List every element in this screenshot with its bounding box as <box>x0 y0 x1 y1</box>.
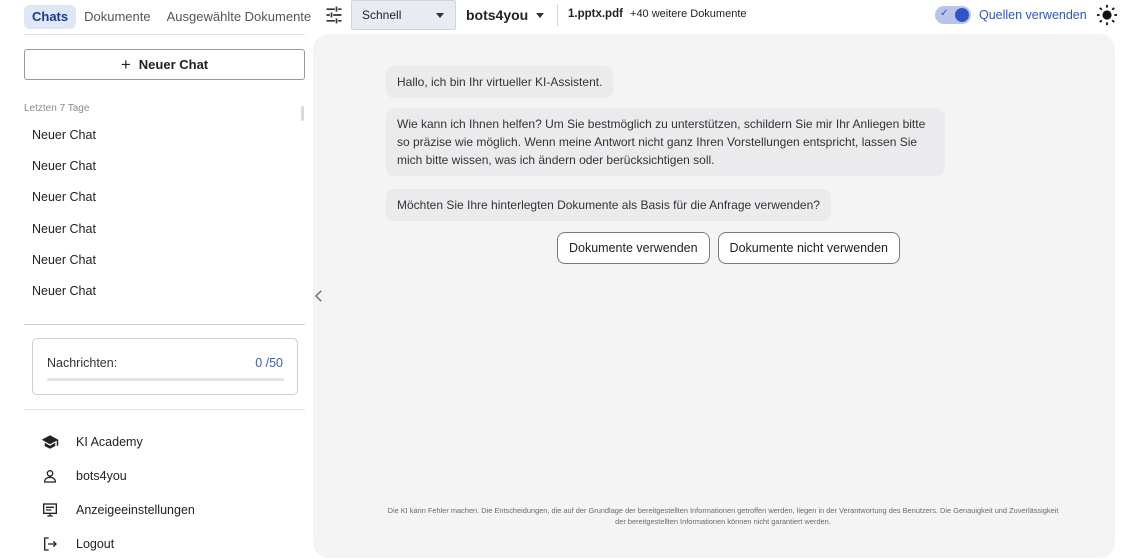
dont-use-documents-button[interactable]: Dokumente nicht verwenden <box>717 232 900 264</box>
bot-select[interactable]: bots4you <box>466 5 545 25</box>
tab-chats[interactable]: Chats <box>24 5 77 29</box>
logout-icon <box>40 534 60 554</box>
usage-progress-bar <box>47 378 284 381</box>
plus-icon: + <box>120 55 131 74</box>
user-icon <box>40 466 60 486</box>
sidebar: Chats Dokumente Ausgewählte Dokumente + … <box>0 0 312 559</box>
chat-list: Neuer Chat Neuer Chat Neuer Chat Neuer C… <box>24 122 294 309</box>
chat-list-item[interactable]: Neuer Chat <box>24 153 294 184</box>
sources-toggle[interactable]: ✓ <box>935 6 971 24</box>
assistant-message: Möchten Sie Ihre hinterlegten Dokumente … <box>386 189 831 221</box>
tune-icon[interactable] <box>324 5 344 25</box>
toolbar-divider <box>557 4 558 26</box>
new-chat-label: Neuer Chat <box>138 57 209 72</box>
usage-value: 0 /50 <box>255 356 283 370</box>
section-label-last-7-days: Letzten 7 Tage <box>24 103 90 114</box>
bot-select-value: bots4you <box>466 7 529 23</box>
display-settings-icon <box>40 500 60 520</box>
divider <box>24 409 305 410</box>
document-filename: 1.pptx.pdf <box>568 8 623 20</box>
more-documents-count: +40 weitere Dokumente <box>630 8 747 20</box>
nav-item-bots4you[interactable]: bots4you <box>40 459 300 493</box>
tab-divider <box>24 34 305 35</box>
tab-selected-documents[interactable]: Ausgewählte Dokumente <box>159 5 320 29</box>
nav-item-label: KI Academy <box>76 435 143 449</box>
sidebar-tabs: Chats Dokumente Ausgewählte Dokumente <box>24 4 319 30</box>
chevron-down-icon <box>436 13 444 18</box>
choice-buttons: Dokumente verwenden Dokumente nicht verw… <box>557 232 900 264</box>
bottom-nav: KI Academy bots4you Anzeigeeinstellungen… <box>40 425 300 559</box>
toggle-knob <box>955 8 969 22</box>
new-chat-button[interactable]: + Neuer Chat <box>24 49 305 80</box>
nav-item-label: Anzeigeeinstellungen <box>76 503 195 517</box>
chat-list-item[interactable]: Neuer Chat <box>24 216 294 247</box>
sources-toggle-label[interactable]: Quellen verwenden <box>979 8 1087 22</box>
chevron-down-icon <box>536 12 545 18</box>
tab-documents[interactable]: Dokumente <box>76 5 158 29</box>
nav-item-ki-academy[interactable]: KI Academy <box>40 425 300 459</box>
ai-disclaimer: Die KI kann Fehler machen. Die Entscheid… <box>387 506 1059 526</box>
assistant-message: Hallo, ich bin Ihr virtueller KI-Assiste… <box>386 66 614 98</box>
nav-item-logout[interactable]: Logout <box>40 527 300 559</box>
message-usage-card: Nachrichten: 0 /50 <box>32 338 298 395</box>
chat-list-item[interactable]: Neuer Chat <box>24 278 294 309</box>
selected-documents-info[interactable]: 1.pptx.pdf +40 weitere Dokumente <box>568 8 747 20</box>
nav-item-display-settings[interactable]: Anzeigeeinstellungen <box>40 493 300 527</box>
use-documents-button[interactable]: Dokumente verwenden <box>557 232 710 264</box>
sun-icon[interactable] <box>1096 4 1118 26</box>
chat-list-item[interactable]: Neuer Chat <box>24 122 294 153</box>
nav-item-label: Logout <box>76 537 115 551</box>
chevron-left-icon[interactable] <box>310 287 328 305</box>
usage-label: Nachrichten: <box>47 356 118 370</box>
mode-select[interactable]: Schnell <box>351 0 456 30</box>
mode-select-value: Schnell <box>362 8 402 22</box>
check-icon: ✓ <box>940 8 949 19</box>
chat-list-item[interactable]: Neuer Chat <box>24 184 294 215</box>
nav-item-label: bots4you <box>76 469 127 483</box>
assistant-message: Wie kann ich Ihnen helfen? Um Sie bestmö… <box>386 108 945 176</box>
divider <box>24 324 305 325</box>
chat-list-item[interactable]: Neuer Chat <box>24 247 294 278</box>
graduation-cap-icon <box>40 432 60 452</box>
chat-list-scrollbar[interactable] <box>301 106 304 121</box>
